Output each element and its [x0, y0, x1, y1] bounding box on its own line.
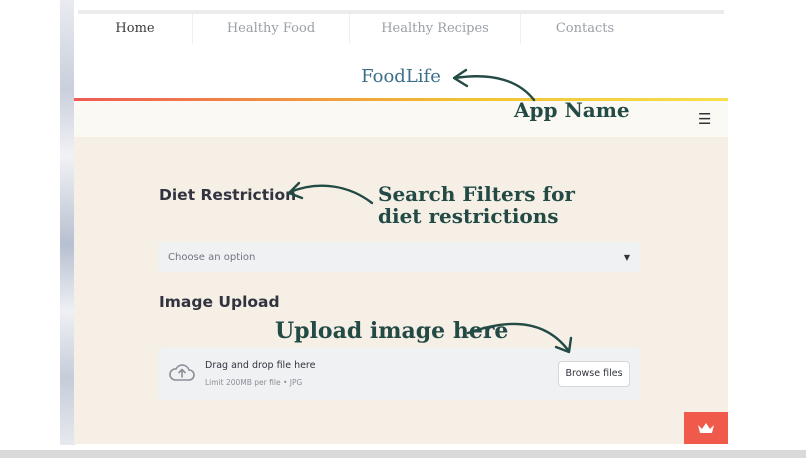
upload-cloud-icon	[169, 364, 195, 381]
annotation-app-name: App Name	[514, 98, 630, 122]
crown-icon	[698, 423, 714, 433]
caret-down-icon: ▼	[623, 252, 630, 262]
dropzone-limit: Limit 200MB per file • JPG	[205, 378, 303, 387]
annotation-upload: Upload image here	[275, 318, 509, 344]
image-upload-title: Image Upload	[159, 293, 280, 311]
diet-select[interactable]: Choose an option ▼	[158, 242, 640, 272]
app-name[interactable]: FoodLife	[74, 66, 728, 87]
diet-select-placeholder: Choose an option	[168, 251, 256, 263]
annotation-search-filters-line2: diet restrictions	[378, 204, 559, 228]
bottom-strip	[0, 450, 806, 458]
dropzone-instructions: Drag and drop file here	[205, 360, 316, 371]
menu-icon[interactable]: ☰	[698, 110, 711, 128]
nav-item-healthy-food[interactable]: Healthy Food	[193, 14, 350, 44]
annotation-search-filters: Search Filters for diet restrictions	[378, 183, 575, 227]
browse-files-button[interactable]: Browse files	[558, 361, 630, 387]
nav-item-contacts[interactable]: Contacts	[521, 14, 649, 44]
file-uploader-dropzone[interactable]: Drag and drop file here Limit 200MB per …	[158, 348, 640, 400]
top-navbar: Home Healthy Food Healthy Recipes Contac…	[78, 10, 724, 44]
nav-item-healthy-recipes[interactable]: Healthy Recipes	[350, 14, 521, 44]
diet-restriction-title: Diet Restriction	[159, 186, 297, 204]
nav-item-home[interactable]: Home	[78, 14, 193, 44]
streamlit-badge[interactable]	[684, 412, 728, 444]
annotation-search-filters-line1: Search Filters for	[378, 182, 575, 206]
